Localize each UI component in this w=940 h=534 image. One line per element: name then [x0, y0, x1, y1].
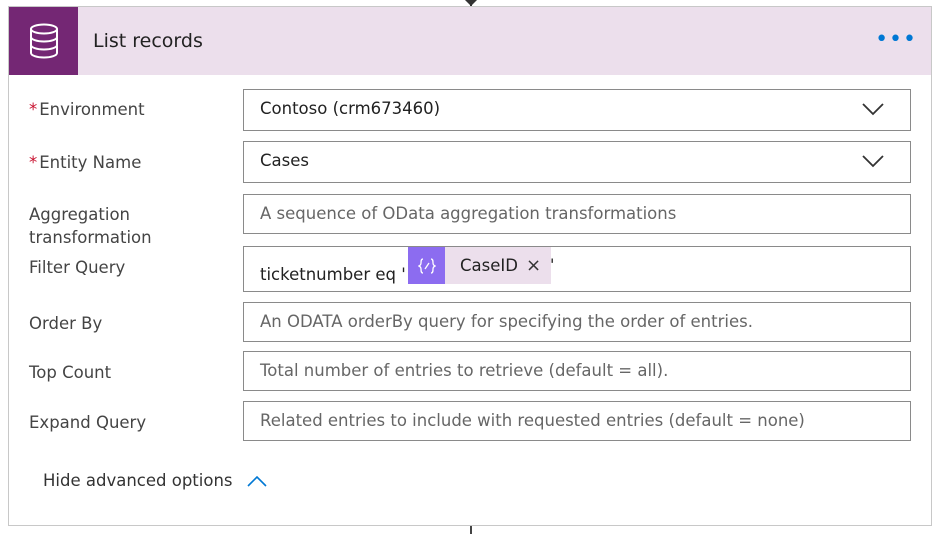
environment-value: Contoso (crm673460)	[260, 99, 441, 118]
top-count-input[interactable]: Total number of entries to retrieve (def…	[243, 351, 911, 391]
aggregation-label-line2: transformation	[29, 228, 152, 247]
environment-dropdown[interactable]: Contoso (crm673460)	[243, 89, 911, 131]
environment-label-text: Environment	[39, 100, 145, 119]
database-icon	[9, 7, 78, 75]
order-by-input[interactable]: An ODATA orderBy query for specifying th…	[243, 302, 911, 342]
more-options-button[interactable]: •••	[875, 27, 917, 52]
aggregation-label: Aggregation transformation	[29, 203, 152, 249]
filter-prefix-text: ticketnumber eq '	[260, 265, 406, 284]
expand-query-placeholder: Related entries to include with requeste…	[260, 411, 805, 430]
card-title: List records	[93, 30, 203, 52]
chevron-down-icon	[862, 103, 884, 116]
aggregation-label-line1: Aggregation	[29, 205, 130, 224]
required-marker: *	[29, 153, 38, 172]
aggregation-placeholder: A sequence of OData aggregation transfor…	[260, 204, 677, 223]
expression-icon	[408, 247, 445, 284]
hide-advanced-options-label: Hide advanced options	[43, 471, 233, 490]
top-count-label: Top Count	[29, 363, 112, 382]
environment-label: * Environment	[29, 98, 145, 121]
entity-name-label-text: Entity Name	[39, 153, 142, 172]
chevron-up-icon	[246, 475, 267, 487]
entity-name-label: * Entity Name	[29, 151, 141, 174]
filter-query-input[interactable]: ticketnumber eq ' CaseID × '	[243, 246, 911, 292]
list-records-card: List records ••• * Environment Contoso (c…	[8, 6, 932, 526]
expand-query-label: Expand Query	[29, 413, 147, 432]
entity-name-dropdown[interactable]: Cases	[243, 141, 911, 183]
connector-line-bottom	[470, 526, 472, 534]
order-by-label: Order By	[29, 314, 103, 333]
card-header[interactable]: List records •••	[9, 7, 931, 75]
entity-name-value: Cases	[260, 151, 309, 170]
close-icon[interactable]: ×	[526, 255, 541, 276]
required-marker: *	[29, 100, 38, 119]
hide-advanced-options-button[interactable]: Hide advanced options	[43, 471, 267, 490]
filter-suffix-text: '	[550, 255, 555, 274]
order-by-placeholder: An ODATA orderBy query for specifying th…	[260, 312, 753, 331]
caseid-token[interactable]: CaseID ×	[408, 247, 552, 284]
expand-query-input[interactable]: Related entries to include with requeste…	[243, 401, 911, 441]
aggregation-input[interactable]: A sequence of OData aggregation transfor…	[243, 194, 911, 234]
filter-query-label: Filter Query	[29, 258, 126, 277]
top-count-placeholder: Total number of entries to retrieve (def…	[260, 361, 669, 380]
chevron-down-icon	[862, 155, 884, 168]
caseid-token-label: CaseID	[460, 256, 518, 275]
